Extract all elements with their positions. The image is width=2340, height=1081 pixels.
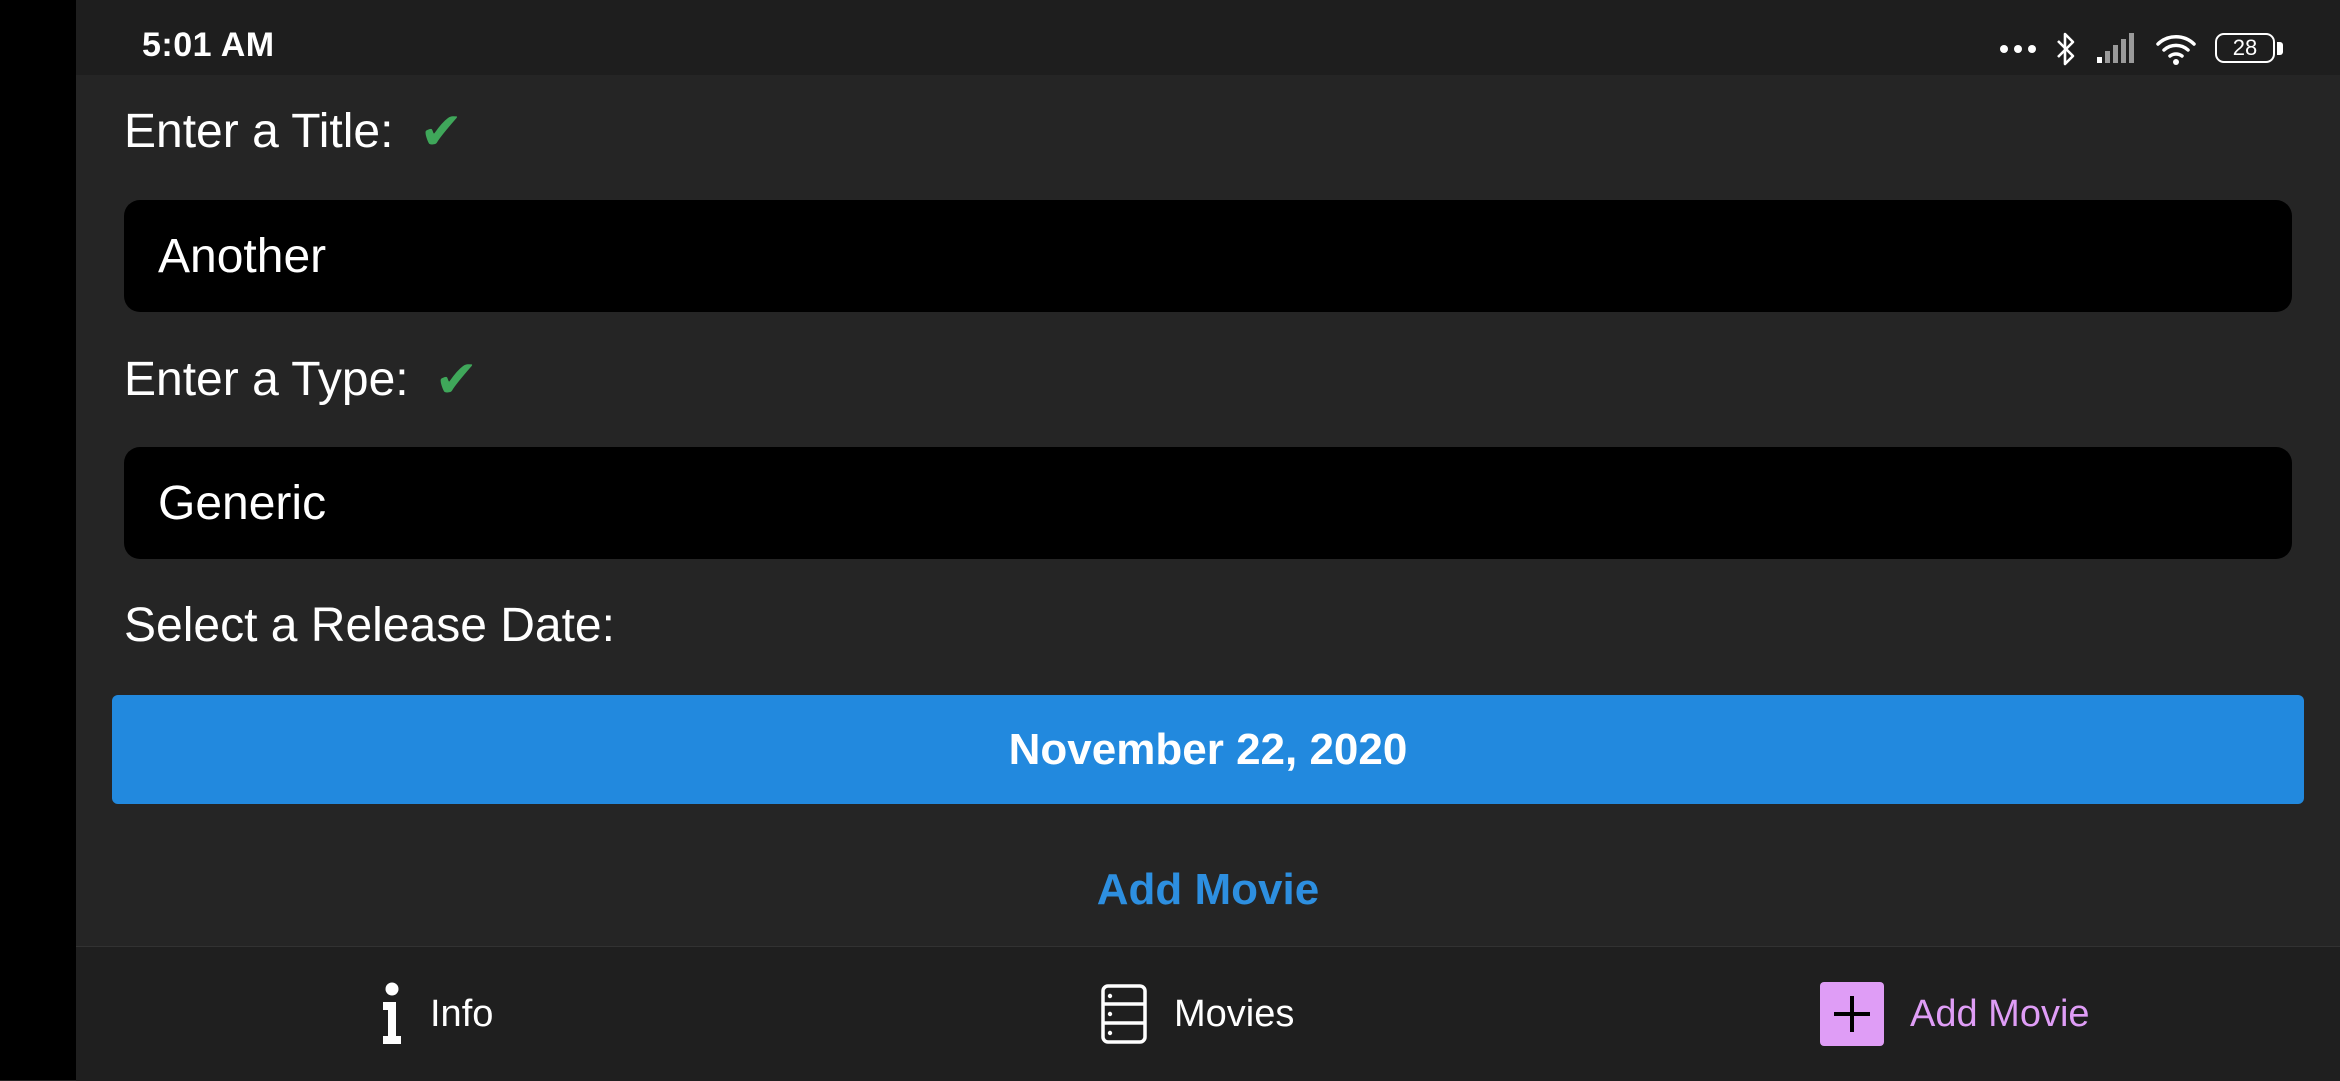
info-icon xyxy=(380,982,404,1046)
left-edge-bar xyxy=(0,0,76,1080)
status-icons: 28 xyxy=(1999,27,2283,71)
add-movie-submit-wrapper: Add Movie xyxy=(0,865,2340,915)
bluetooth-icon xyxy=(2057,32,2075,66)
type-input[interactable]: Generic xyxy=(124,447,2292,559)
nav-item-add-movie[interactable]: Add Movie xyxy=(1820,947,2090,1081)
wifi-icon xyxy=(2156,35,2196,65)
plus-icon xyxy=(1820,982,1884,1046)
title-label: Enter a Title: ✔ xyxy=(124,102,464,161)
release-date-button[interactable]: November 22, 2020 xyxy=(112,695,2304,804)
cellular-signal-icon xyxy=(2097,33,2134,63)
nav-label-add-movie: Add Movie xyxy=(1910,992,2090,1035)
type-valid-check-icon: ✔ xyxy=(434,350,479,409)
nav-item-movies[interactable]: Movies xyxy=(1100,947,1294,1081)
nav-item-info[interactable]: Info xyxy=(380,947,493,1081)
status-time: 5:01 AM xyxy=(142,26,275,64)
bottom-nav: Info Movies Add Movie xyxy=(76,946,2340,1081)
list-icon xyxy=(1100,983,1148,1045)
title-valid-check-icon: ✔ xyxy=(419,102,464,161)
add-movie-submit-button[interactable]: Add Movie xyxy=(1097,865,1319,914)
more-dots-icon xyxy=(2000,45,2036,53)
title-input[interactable]: Another xyxy=(124,200,2292,312)
type-label: Enter a Type: ✔ xyxy=(124,350,479,409)
nav-label-info: Info xyxy=(430,992,494,1035)
release-date-label: Select a Release Date: xyxy=(124,599,615,652)
battery-level: 28 xyxy=(2232,35,2258,60)
battery-icon: 28 xyxy=(2215,33,2283,65)
nav-label-movies: Movies xyxy=(1174,992,1295,1035)
